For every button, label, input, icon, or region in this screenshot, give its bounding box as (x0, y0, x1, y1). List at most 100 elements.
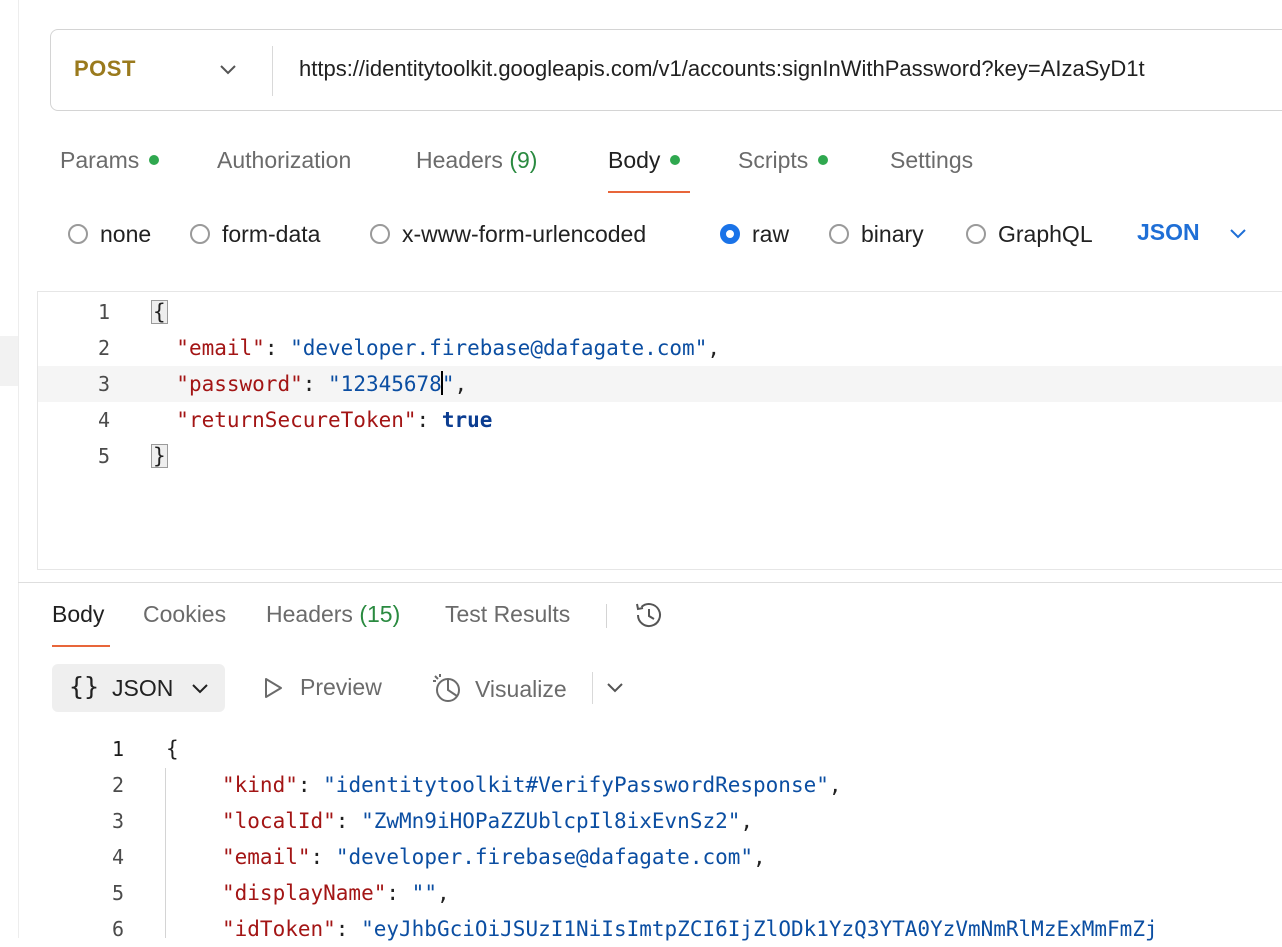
tab-settings[interactable]: Settings (890, 147, 973, 174)
json-string: "12345678 (328, 372, 442, 396)
preview-button[interactable]: Preview (260, 674, 382, 701)
headers-count: (15) (359, 601, 401, 627)
radio-x-www-form-urlencoded[interactable]: x-www-form-urlencoded (370, 219, 646, 249)
json-key: "returnSecureToken" (176, 408, 417, 432)
line-number: 4 (97, 408, 110, 432)
tab-params[interactable]: Params (60, 147, 160, 174)
tab-label: Scripts (738, 147, 809, 173)
history-icon[interactable] (632, 598, 666, 632)
chevron-down-icon (192, 684, 208, 694)
line-number: 6 (111, 917, 124, 941)
code-line: 2 "kind": "identitytoolkit#VerifyPasswor… (0, 767, 1282, 803)
toolbar-separator (592, 672, 593, 704)
visualize-button[interactable]: Visualize (431, 672, 567, 706)
response-tab-cookies[interactable]: Cookies (143, 601, 226, 628)
visualize-label: Visualize (475, 675, 567, 702)
preview-label: Preview (300, 674, 382, 700)
tab-authorization[interactable]: Authorization (217, 147, 351, 174)
pane-divider[interactable] (18, 582, 1282, 583)
code-line: 5 } (38, 438, 1282, 474)
radio-label: none (100, 220, 152, 247)
url-divider (272, 46, 273, 96)
radio-none[interactable]: none (68, 219, 151, 249)
text-caret (440, 371, 443, 395)
method-select[interactable]: POST (74, 56, 136, 82)
line-number: 2 (111, 773, 124, 797)
radio-label: binary (861, 220, 924, 247)
radio-label: raw (752, 220, 790, 247)
json-string: "ZwMn9iHOPaZZUblcpIl8ixEvnSz2" (361, 809, 741, 833)
radio-selected-icon (720, 224, 740, 244)
tab-scripts[interactable]: Scripts (738, 147, 829, 174)
radio-icon (966, 224, 986, 244)
tab-body[interactable]: Body (608, 147, 681, 174)
line-number: 2 (97, 336, 110, 360)
close-brace: } (151, 444, 168, 468)
radio-form-data[interactable]: form-data (190, 219, 320, 249)
json-key: "email" (176, 336, 265, 360)
radio-label: GraphQL (998, 220, 1093, 247)
code-text: } (151, 444, 168, 468)
json-key: "password" (176, 372, 303, 396)
json-key: "localId" (222, 809, 336, 833)
line-number: 1 (111, 737, 124, 761)
radio-graphql[interactable]: GraphQL (966, 219, 1093, 249)
code-line: 4 "returnSecureToken": true (38, 402, 1282, 438)
response-tab-test-results[interactable]: Test Results (445, 601, 570, 628)
response-format-select[interactable]: {} JSON (52, 664, 225, 712)
json-key: "displayName" (222, 881, 387, 905)
radio-icon (370, 224, 390, 244)
code-line: 5 "displayName": "", (0, 875, 1282, 911)
code-line: 3 "localId": "ZwMn9iHOPaZZUblcpIl8ixEvnS… (0, 803, 1282, 839)
code-line: 6 "idToken": "eyJhbGciOiJSUzI1NiIsImtpZC… (0, 911, 1282, 947)
line-number: 3 (111, 809, 124, 833)
json-string: "developer.firebase@dafagate.com" (290, 336, 708, 360)
radio-raw[interactable]: raw (720, 219, 789, 249)
tab-separator (606, 604, 607, 628)
json-string: "" (411, 881, 437, 905)
code-line: 2 "email": "developer.firebase@dafagate.… (38, 330, 1282, 366)
tab-headers[interactable]: Headers (9) (416, 147, 537, 174)
json-key: "idToken" (222, 917, 336, 941)
radio-binary[interactable]: binary (829, 219, 924, 249)
code-line: 4 "email": "developer.firebase@dafagate.… (0, 839, 1282, 875)
status-dot (670, 154, 681, 165)
code-line: 1 { (38, 294, 1282, 330)
open-brace: { (166, 737, 179, 761)
sidebar-highlight (0, 336, 18, 386)
tab-label: Headers (416, 147, 503, 173)
radio-label: x-www-form-urlencoded (402, 220, 647, 247)
play-icon (265, 677, 282, 698)
line-number: 3 (97, 372, 110, 396)
visualize-icon (433, 674, 460, 702)
code-text: "email": "developer.firebase@dafagate.co… (222, 845, 766, 869)
request-body-editor[interactable]: 1 { 2 "email": "developer.firebase@dafag… (37, 291, 1282, 570)
code-line-current: 3 "password": "12345678", (38, 366, 1282, 402)
status-dot (149, 154, 160, 165)
code-text: "password": "12345678", (176, 371, 468, 396)
response-tab-headers[interactable]: Headers (15) (266, 601, 400, 628)
status-dot (818, 154, 829, 165)
url-bar: POST https://identitytoolkit.googleapis.… (50, 29, 1282, 111)
url-input[interactable]: https://identitytoolkit.googleapis.com/v… (299, 56, 1145, 82)
indent-guide (165, 768, 166, 938)
tab-label: Body (608, 147, 661, 173)
headers-count: (9) (509, 147, 538, 173)
tab-label: Authorization (217, 147, 352, 173)
radio-label: form-data (222, 220, 321, 247)
code-text: "localId": "ZwMn9iHOPaZZUblcpIl8ixEvnSz2… (222, 809, 754, 833)
code-text: "kind": "identitytoolkit#VerifyPasswordR… (222, 773, 842, 797)
chevron-down-icon[interactable] (604, 676, 626, 700)
chevron-down-icon[interactable] (1227, 222, 1249, 246)
tab-label: Headers (266, 601, 353, 627)
response-tab-body[interactable]: Body (52, 601, 104, 628)
line-number: 5 (111, 881, 124, 905)
radio-icon (190, 224, 210, 244)
tab-label: Settings (890, 147, 974, 173)
body-format-select[interactable]: JSON (1137, 219, 1200, 246)
json-string: "eyJhbGciOiJSUzI1NiIsImtpZCI6IjZlODk1YzQ… (361, 917, 1158, 941)
json-key: "kind" (222, 773, 298, 797)
chevron-down-icon[interactable] (217, 56, 239, 84)
radio-icon (829, 224, 849, 244)
active-tab-indicator (52, 645, 110, 647)
